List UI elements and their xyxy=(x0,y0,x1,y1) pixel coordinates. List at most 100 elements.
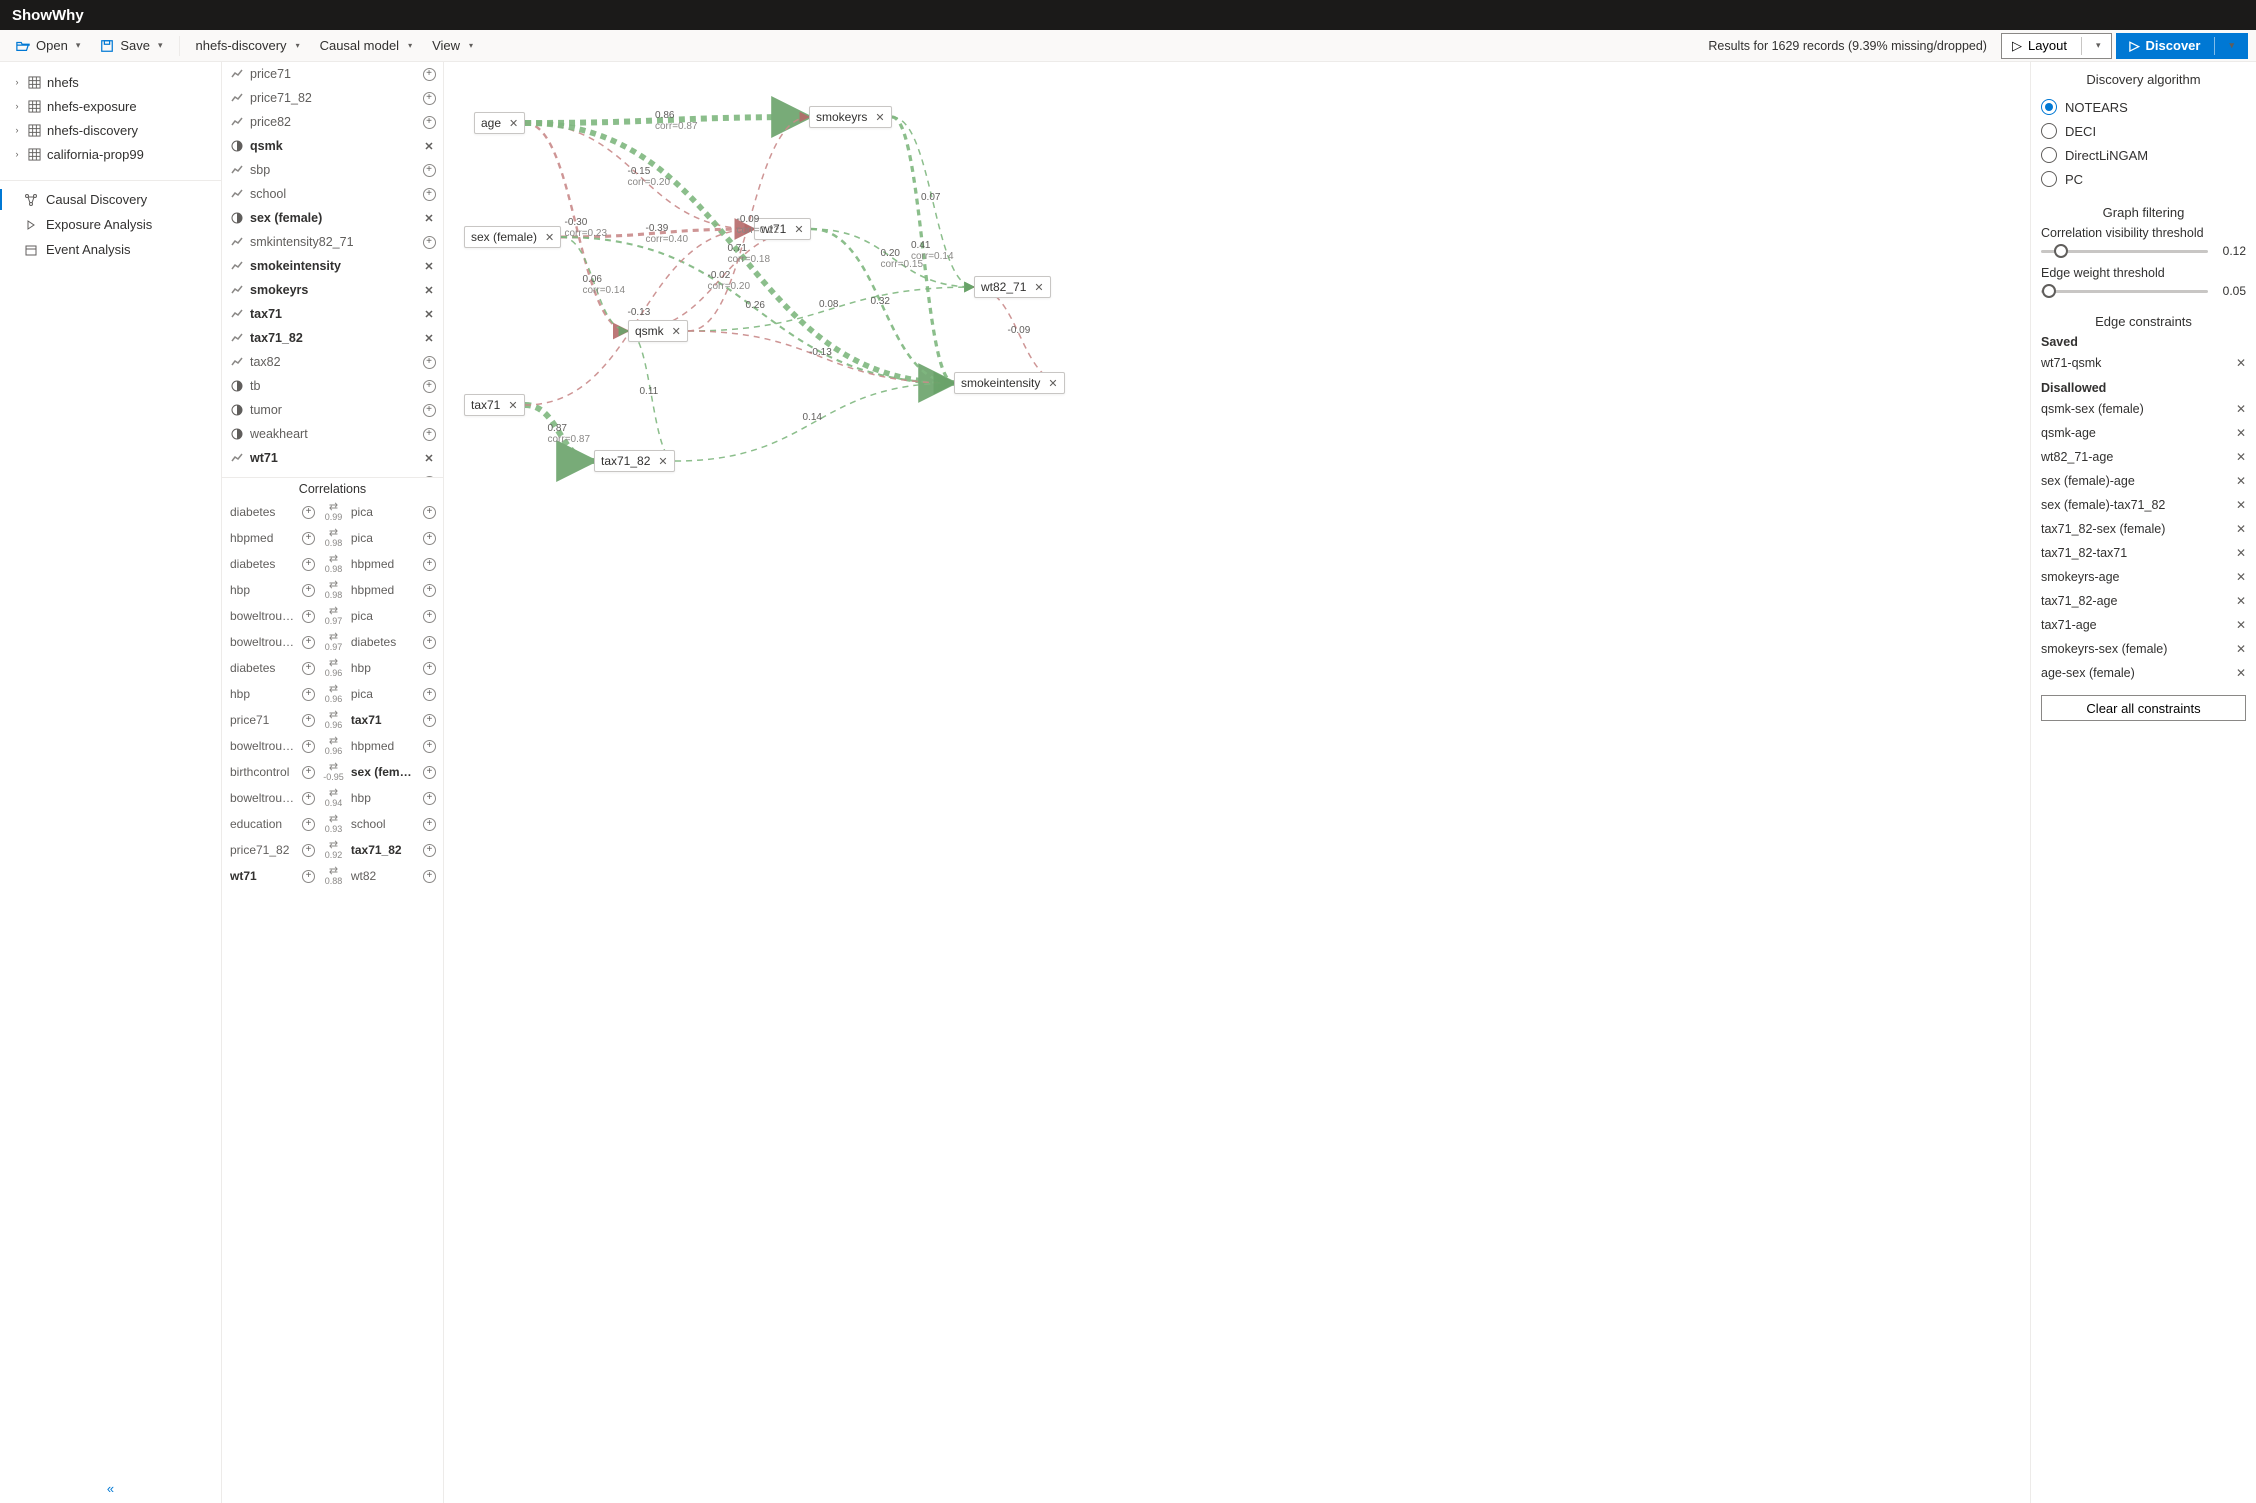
graph-edge[interactable] xyxy=(974,287,1065,383)
graph-node[interactable]: age✕ xyxy=(474,112,525,134)
add-variable-button[interactable]: + xyxy=(421,426,437,442)
add-right-button[interactable]: + xyxy=(422,504,437,520)
variable-row[interactable]: qsmk✕ xyxy=(222,134,443,158)
add-variable-button[interactable]: + xyxy=(421,114,437,130)
add-variable-button[interactable]: + xyxy=(421,354,437,370)
nav-page-item[interactable]: Exposure Analysis xyxy=(0,212,221,237)
add-right-button[interactable]: + xyxy=(422,556,437,572)
graph-canvas[interactable]: age✕sex (female)✕tax71✕tax71_82✕qsmk✕wt7… xyxy=(444,62,2030,1503)
graph-edge[interactable] xyxy=(525,405,594,461)
remove-variable-button[interactable]: ✕ xyxy=(421,330,437,346)
variable-row[interactable]: tax82+ xyxy=(222,350,443,374)
graph-node[interactable]: qsmk✕ xyxy=(628,320,688,342)
remove-constraint-button[interactable]: ✕ xyxy=(2236,642,2246,656)
remove-constraint-button[interactable]: ✕ xyxy=(2236,450,2246,464)
slider-thumb[interactable] xyxy=(2054,244,2068,258)
add-left-button[interactable]: + xyxy=(301,764,316,780)
graph-edge[interactable] xyxy=(525,229,754,405)
variable-row[interactable]: sex (female)✕ xyxy=(222,206,443,230)
variable-row[interactable]: tax71_82✕ xyxy=(222,326,443,350)
variable-row[interactable]: weakheart+ xyxy=(222,422,443,446)
add-left-button[interactable]: + xyxy=(301,712,316,728)
remove-constraint-button[interactable]: ✕ xyxy=(2236,546,2246,560)
algo-radio[interactable]: DirectLiNGAM xyxy=(2041,143,2246,167)
remove-constraint-button[interactable]: ✕ xyxy=(2236,402,2246,416)
remove-variable-button[interactable]: ✕ xyxy=(421,282,437,298)
breadcrumb-view[interactable]: View ▾ xyxy=(424,33,481,59)
graph-edge[interactable] xyxy=(892,117,954,383)
add-left-button[interactable]: + xyxy=(301,686,316,702)
add-variable-button[interactable]: + xyxy=(421,234,437,250)
remove-constraint-button[interactable]: ✕ xyxy=(2236,666,2246,680)
save-button[interactable]: Save ▾ xyxy=(92,33,170,59)
dataset-item[interactable]: › nhefs-discovery xyxy=(0,118,221,142)
layout-button[interactable]: ▷ Layout ▾ xyxy=(2001,33,2112,59)
breadcrumb-dataset[interactable]: nhefs-discovery ▾ xyxy=(188,33,308,59)
add-right-button[interactable]: + xyxy=(422,712,437,728)
nav-page-item[interactable]: Event Analysis xyxy=(0,237,221,262)
graph-edge[interactable] xyxy=(892,117,974,287)
remove-constraint-button[interactable]: ✕ xyxy=(2236,426,2246,440)
clear-constraints-button[interactable]: Clear all constraints xyxy=(2041,695,2246,721)
graph-node[interactable]: wt71✕ xyxy=(754,218,811,240)
dataset-item[interactable]: › california-prop99 xyxy=(0,142,221,166)
remove-constraint-button[interactable]: ✕ xyxy=(2236,522,2246,536)
remove-node-button[interactable]: ✕ xyxy=(1034,281,1043,294)
remove-variable-button[interactable]: ✕ xyxy=(421,210,437,226)
graph-node[interactable]: sex (female)✕ xyxy=(464,226,561,248)
add-right-button[interactable]: + xyxy=(422,868,437,884)
discover-button[interactable]: ▷ Discover ▾ xyxy=(2116,33,2248,59)
graph-edge[interactable] xyxy=(811,229,974,287)
add-left-button[interactable]: + xyxy=(301,842,316,858)
remove-constraint-button[interactable]: ✕ xyxy=(2236,474,2246,488)
remove-variable-button[interactable]: ✕ xyxy=(421,258,437,274)
graph-edge[interactable] xyxy=(525,123,754,229)
remove-node-button[interactable]: ✕ xyxy=(875,111,884,124)
remove-node-button[interactable]: ✕ xyxy=(509,117,518,130)
remove-variable-button[interactable]: ✕ xyxy=(421,306,437,322)
collapse-nav-button[interactable]: « xyxy=(0,1473,221,1503)
add-left-button[interactable]: + xyxy=(301,816,316,832)
add-left-button[interactable]: + xyxy=(301,556,316,572)
remove-constraint-button[interactable]: ✕ xyxy=(2236,618,2246,632)
remove-variable-button[interactable]: ✕ xyxy=(421,138,437,154)
graph-edge[interactable] xyxy=(525,117,809,123)
graph-node[interactable]: wt82_71✕ xyxy=(974,276,1051,298)
variable-row[interactable]: price71+ xyxy=(222,62,443,86)
remove-constraint-button[interactable]: ✕ xyxy=(2236,570,2246,584)
edge-thresh-slider[interactable] xyxy=(2041,290,2208,293)
add-right-button[interactable]: + xyxy=(422,790,437,806)
add-left-button[interactable]: + xyxy=(301,738,316,754)
remove-node-button[interactable]: ✕ xyxy=(1048,377,1057,390)
remove-node-button[interactable]: ✕ xyxy=(672,325,681,338)
add-right-button[interactable]: + xyxy=(422,634,437,650)
add-variable-button[interactable]: + xyxy=(421,66,437,82)
dataset-item[interactable]: › nhefs xyxy=(0,70,221,94)
graph-edge[interactable] xyxy=(811,229,954,383)
variable-row[interactable]: smokeintensity✕ xyxy=(222,254,443,278)
add-right-button[interactable]: + xyxy=(422,738,437,754)
remove-constraint-button[interactable]: ✕ xyxy=(2236,594,2246,608)
add-left-button[interactable]: + xyxy=(301,634,316,650)
variable-row[interactable]: tumor+ xyxy=(222,398,443,422)
open-button[interactable]: Open ▾ xyxy=(8,33,88,59)
add-left-button[interactable]: + xyxy=(301,790,316,806)
variable-row[interactable]: tb+ xyxy=(222,374,443,398)
graph-edge[interactable] xyxy=(561,237,628,331)
add-right-button[interactable]: + xyxy=(422,816,437,832)
nav-page-item[interactable]: Causal Discovery xyxy=(0,187,221,212)
graph-node[interactable]: tax71_82✕ xyxy=(594,450,675,472)
graph-edge[interactable] xyxy=(628,229,811,331)
remove-constraint-button[interactable]: ✕ xyxy=(2236,356,2246,370)
variable-row[interactable]: school+ xyxy=(222,182,443,206)
graph-edge[interactable] xyxy=(628,331,675,461)
graph-edge[interactable] xyxy=(675,383,954,461)
variable-row[interactable]: wt71✕ xyxy=(222,446,443,470)
remove-node-button[interactable]: ✕ xyxy=(658,455,667,468)
variable-row[interactable]: price82+ xyxy=(222,110,443,134)
add-right-button[interactable]: + xyxy=(422,608,437,624)
variable-row[interactable]: smkintensity82_71+ xyxy=(222,230,443,254)
remove-node-button[interactable]: ✕ xyxy=(794,223,803,236)
algo-radio[interactable]: NOTEARS xyxy=(2041,95,2246,119)
add-variable-button[interactable]: + xyxy=(421,186,437,202)
